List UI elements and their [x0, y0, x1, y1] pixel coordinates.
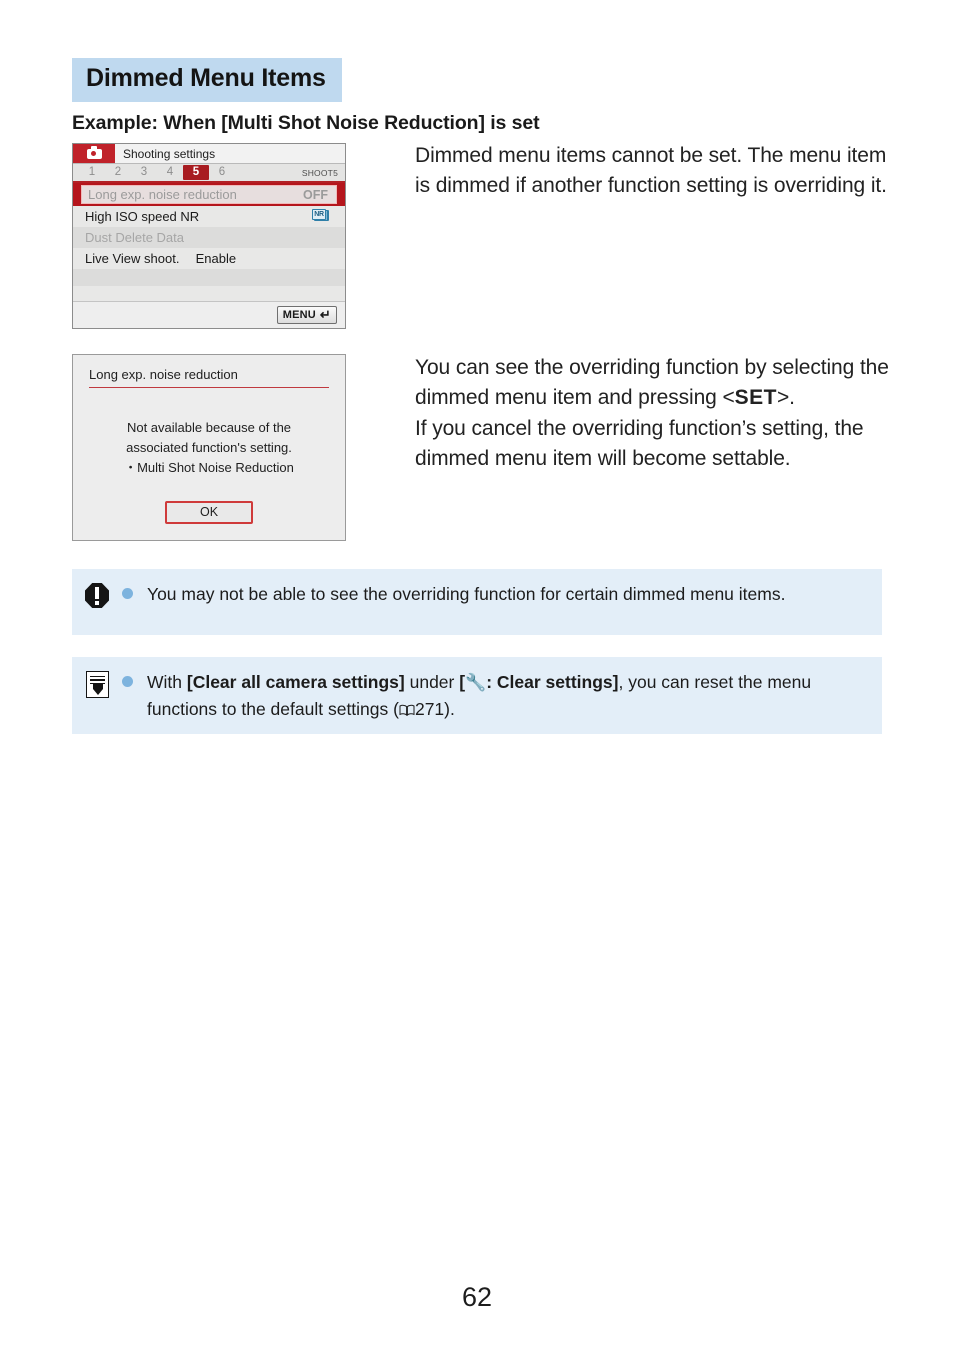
body-paragraph-2-part-2: >. [777, 386, 795, 410]
page-number: 62 [461, 1282, 493, 1312]
wrench-icon: 🔧 [465, 673, 487, 692]
menu-row-value: Enable [195, 251, 237, 266]
info-note-text: With [Clear all camera settings] under [… [147, 669, 868, 722]
nr-icon-label: NR [312, 209, 326, 220]
clear-settings-label: : Clear settings] [486, 672, 619, 692]
caution-note-text: You may not be able to see the overridin… [147, 584, 786, 604]
menu-row-label: Live View shoot. [85, 251, 180, 266]
menu-row-value: OFF [303, 187, 328, 202]
set-button-token: SET [734, 386, 777, 410]
menu-button-label: MENU [282, 308, 316, 321]
menu-row-long-exp-noise-reduction[interactable]: Long exp. noise reduction OFF [73, 183, 345, 206]
book-icon [399, 704, 415, 716]
dialog-figure: Long exp. noise reduction Not available … [72, 354, 346, 541]
bullet-icon [122, 588, 133, 599]
tab-2[interactable]: 2 [105, 165, 131, 180]
return-arrow-icon: ↵ [319, 307, 331, 322]
section-subtitle: Example: When [Multi Shot Noise Reductio… [72, 112, 540, 134]
info-seg-1: With [147, 672, 187, 692]
menu-row-label: High ISO speed NR [85, 209, 200, 224]
menu-row-live-view-shoot[interactable]: Live View shoot. Enable [73, 248, 345, 269]
camera-icon [73, 144, 115, 163]
dialog-message-line-2: associated function's setting. [126, 440, 292, 456]
caution-icon [72, 581, 122, 608]
tab-4[interactable]: 4 [157, 165, 183, 180]
info-seg-7: ). [444, 698, 455, 719]
dialog-message-line-1: Not available because of the [126, 420, 292, 435]
clear-all-camera-settings-label: [Clear all camera settings] [186, 672, 405, 692]
tab-5-active[interactable]: 5 [183, 165, 209, 180]
menu-row-label: Long exp. noise reduction [88, 187, 237, 202]
dialog-title: Long exp. noise reduction [89, 367, 329, 388]
dialog-ok-button[interactable]: OK [165, 501, 253, 524]
body-paragraph-2: You can see the overriding function by s… [415, 353, 895, 475]
nr-icon: NR [312, 209, 345, 224]
tab-group-label: SHOOT5 [301, 167, 338, 178]
camera-menu-tabstrip: 1 2 3 4 5 6 SHOOT5 [73, 164, 345, 183]
dialog-message: Not available because of the associated … [87, 418, 331, 478]
menu-row-empty-1 [73, 269, 345, 286]
menu-button[interactable]: MENU ↵ [276, 306, 337, 324]
body-paragraph-2-part-1: You can see the overriding function by s… [415, 356, 889, 410]
note-pencil-icon [72, 669, 122, 698]
page-title: Dimmed Menu Items [72, 58, 342, 102]
bullet-icon [122, 676, 133, 687]
camera-menu-footer: MENU ↵ [73, 301, 345, 328]
tab-1[interactable]: 1 [79, 165, 105, 180]
reference-page-number: 271 [414, 698, 445, 719]
menu-row-high-iso-speed-nr[interactable]: High ISO speed NR NR [73, 206, 345, 227]
info-note: With [Clear all camera settings] under [… [72, 657, 882, 734]
camera-menu-figure: Shooting settings 1 2 3 4 5 6 SHOOT5 Lon… [72, 143, 346, 329]
menu-row-dust-delete-data[interactable]: Dust Delete Data [73, 227, 345, 248]
tab-6[interactable]: 6 [209, 165, 235, 180]
camera-menu-titlebar: Shooting settings [73, 144, 345, 164]
body-paragraph-2-part-3: If you cancel the overriding function’s … [415, 416, 864, 471]
tab-3[interactable]: 3 [131, 165, 157, 180]
caution-note: You may not be able to see the overridin… [72, 569, 882, 635]
body-paragraph-1: Dimmed menu items cannot be set. The men… [415, 144, 887, 198]
dialog-message-line-3: ・Multi Shot Noise Reduction [124, 460, 294, 476]
info-seg-3: under [404, 672, 460, 692]
menu-row-label: Dust Delete Data [85, 230, 184, 245]
camera-menu-title: Shooting settings [115, 144, 345, 163]
